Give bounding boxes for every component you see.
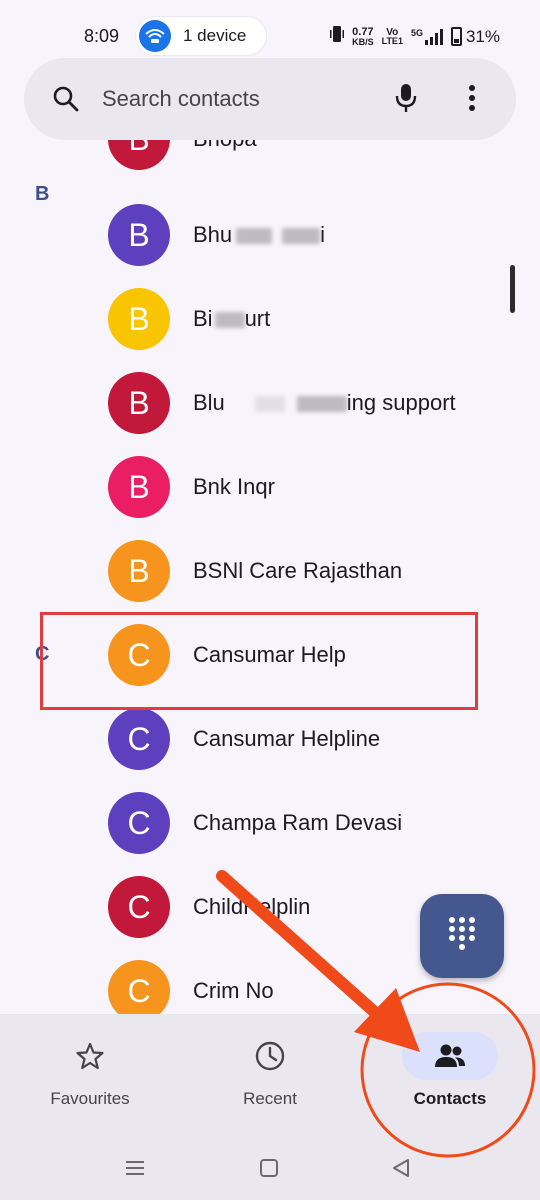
dialpad-icon [448, 916, 476, 957]
contact-name: Crim No [193, 978, 274, 1003]
contact-name: Bnk Inqr [193, 474, 275, 499]
wifi-icon [139, 20, 171, 52]
star-icon [42, 1032, 138, 1080]
contact-avatar: C [108, 960, 170, 1014]
bottom-navigation: Favourites Recent Contacts [0, 1014, 540, 1144]
device-count-label: 1 device [183, 26, 247, 45]
contact-row[interactable]: C Cansumar Helpline [0, 698, 540, 782]
contact-avatar: B [108, 140, 170, 170]
highlight-box [40, 612, 478, 710]
vibrate-icon [330, 24, 345, 49]
nav-contacts[interactable]: Contacts [360, 1014, 540, 1144]
status-time: 8:09 [84, 26, 120, 46]
home-icon[interactable] [258, 1158, 280, 1183]
contact-row[interactable]: B Bnk Inqr [0, 446, 540, 530]
mic-icon[interactable] [394, 82, 418, 119]
scrollbar-thumb[interactable] [510, 265, 515, 313]
menu-icon[interactable] [124, 1158, 146, 1183]
volte-bottom: LTE1 [381, 35, 403, 46]
contact-avatar: B [108, 204, 170, 266]
contact-name-visible: Bhu [193, 222, 233, 247]
contact-row[interactable]: B Bhopa [0, 140, 540, 182]
nav-favourites-label: Favourites [50, 1089, 130, 1108]
contact-name: Bhu i [193, 222, 325, 248]
contact-avatar: C [108, 876, 170, 938]
nav-recent-label: Recent [243, 1089, 297, 1108]
contact-name-visible-end: ing support [346, 390, 456, 415]
people-icon [402, 1032, 498, 1080]
contact-name: BSNl Care Rajasthan [193, 558, 403, 583]
contact-avatar: C [108, 708, 170, 770]
more-options-icon[interactable] [468, 84, 476, 117]
net-speed: 0.77 KB/S [352, 25, 374, 47]
contact-name: Cansumar Helpline [193, 726, 381, 751]
status-icons: 0.77 KB/S Vo LTE1 5G 31% [330, 24, 500, 49]
search-input[interactable]: Search contacts [102, 86, 260, 112]
contact-avatar: B [108, 372, 170, 434]
contacts-list[interactable]: B C B Bhopa B Bhu i B Bi urt B Blu ing supp… [0, 140, 540, 1014]
dialpad-button[interactable] [420, 894, 504, 978]
contact-name-visible: Blu [193, 390, 225, 415]
contact-row[interactable]: B Bhu i [0, 194, 540, 278]
network-type: 5G [410, 27, 423, 38]
connected-devices-pill[interactable]: 1 device [136, 17, 266, 55]
nav-recent[interactable]: Recent [180, 1014, 360, 1144]
back-icon[interactable] [390, 1158, 412, 1183]
contact-name: Bi urt [193, 306, 270, 332]
contact-name-visible: Bi [193, 306, 213, 331]
net-speed-value: 0.77 [352, 25, 374, 38]
contact-avatar: B [108, 540, 170, 602]
contact-avatar: B [108, 288, 170, 350]
system-navigation-bar [0, 1144, 540, 1200]
search-bar[interactable]: Search contacts [24, 58, 516, 140]
contact-row[interactable]: B Blu ing support [0, 362, 540, 446]
contact-name: ChildHelplin [193, 894, 311, 919]
nav-favourites[interactable]: Favourites [0, 1014, 180, 1144]
signal-icon: 5G [410, 27, 443, 45]
contact-avatar: B [108, 456, 170, 518]
search-icon[interactable] [52, 85, 80, 118]
nav-contacts-label: Contacts [413, 1089, 487, 1108]
contact-name-visible-end: i [320, 222, 326, 247]
contact-name: Champa Ram Devasi [193, 810, 403, 835]
contact-name-visible-end: urt [244, 306, 271, 331]
battery-icon [450, 27, 462, 46]
volte-indicator: Vo LTE1 [381, 27, 403, 46]
battery-percent: 31% [465, 26, 500, 46]
contact-name: Bhopa [193, 140, 257, 152]
contact-row[interactable]: C Champa Ram Devasi [0, 782, 540, 866]
contact-avatar: C [108, 792, 170, 854]
contact-row[interactable]: B Bi urt [0, 278, 540, 362]
net-speed-unit: KB/S [352, 36, 374, 47]
contact-row[interactable]: B BSNl Care Rajasthan [0, 530, 540, 614]
clock-icon [222, 1032, 318, 1080]
contact-name: Blu ing support [193, 390, 456, 416]
